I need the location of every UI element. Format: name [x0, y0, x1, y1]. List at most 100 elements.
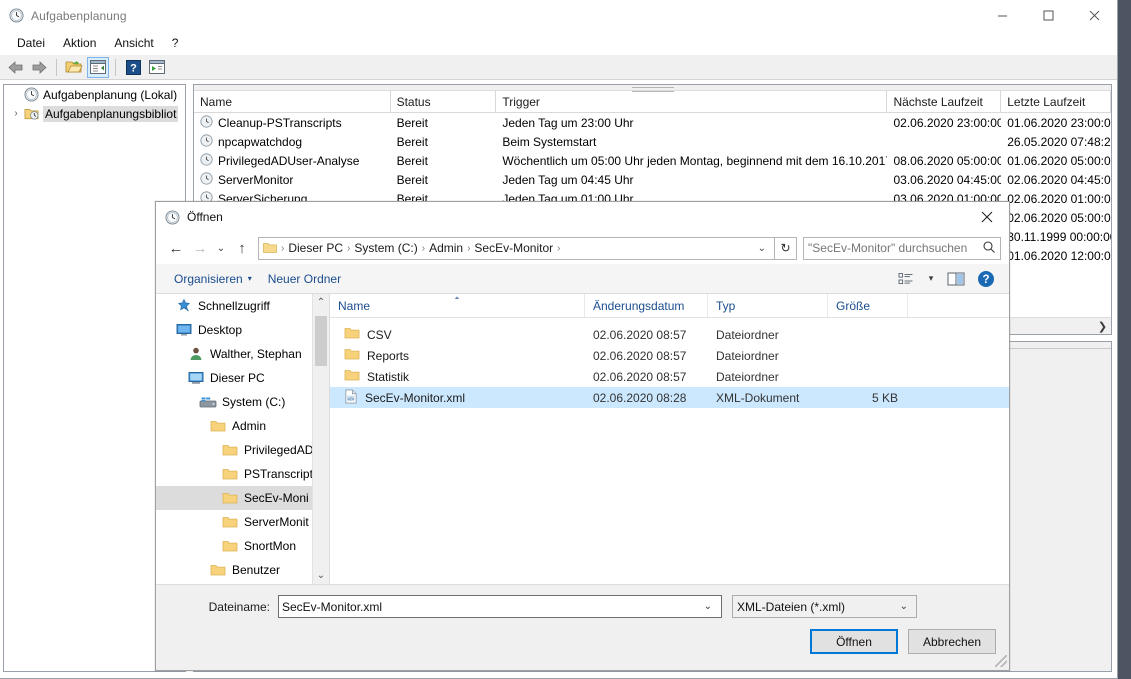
address-bar[interactable]: › Dieser PC › System (C:) › Admin › SecE… — [258, 236, 775, 260]
chevron-down-icon[interactable]: ⌄ — [896, 601, 912, 612]
search-placeholder: "SecEv-Monitor" durchsuchen — [808, 241, 968, 255]
list-item[interactable]: Reports 02.06.2020 08:57 Dateiordner — [330, 345, 1009, 366]
table-row[interactable]: ServerMonitor Bereit Jeden Tag um 04:45 … — [194, 170, 1111, 189]
folder-icon — [208, 563, 228, 577]
sidebar-item-benutzer[interactable]: Benutzer — [156, 558, 329, 582]
scroll-down-icon[interactable]: ⌄ — [313, 567, 329, 584]
help-circle-icon[interactable]: ? — [973, 268, 999, 290]
sidebar-item-admin[interactable]: Admin — [156, 414, 329, 438]
help-icon[interactable]: ? — [122, 57, 144, 78]
menu-help[interactable]: ? — [163, 33, 188, 53]
sidebar-item-desktop[interactable]: Desktop — [156, 318, 329, 342]
file-column-header-type[interactable]: Typ — [708, 294, 828, 317]
chevron-right-icon[interactable]: › — [8, 108, 24, 119]
menu-aktion[interactable]: Aktion — [54, 33, 105, 53]
scrollbar-thumb[interactable] — [315, 316, 327, 366]
breadcrumb-admin[interactable]: Admin — [426, 241, 466, 255]
show-hide-tree-icon[interactable] — [87, 56, 109, 78]
folder-icon — [220, 539, 240, 553]
window-controls — [979, 0, 1117, 31]
forward-arrow-icon[interactable] — [28, 57, 50, 78]
preview-pane-icon[interactable] — [943, 268, 969, 290]
chevron-down-icon[interactable]: ⌄ — [752, 243, 772, 254]
file-column-header-name[interactable]: Name — [330, 294, 585, 317]
refresh-button[interactable]: ↻ — [775, 236, 797, 260]
task-name: ServerMonitor — [218, 172, 294, 187]
sidebar-item-secev-monitor[interactable]: SecEv-Moni — [156, 486, 329, 510]
filetype-select[interactable]: XML-Dateien (*.xml) ⌄ — [732, 595, 917, 618]
task-trigger: Wöchentlich um 05:00 Uhr jeden Montag, b… — [502, 153, 888, 168]
folder-icon — [263, 242, 277, 254]
svg-text:</>: </> — [347, 396, 354, 401]
main-toolbar: ? — [0, 55, 1117, 80]
list-item[interactable]: CSV 02.06.2020 08:57 Dateiordner — [330, 324, 1009, 345]
scroll-right-icon[interactable]: ❯ — [1094, 320, 1111, 333]
menu-ansicht[interactable]: Ansicht — [105, 33, 162, 53]
sidebar-item-pstranscript[interactable]: PSTranscript — [156, 462, 329, 486]
sidebar-item-label: ServerMonit — [244, 515, 309, 529]
sidebar-item-privilegedad[interactable]: PrivilegedAD — [156, 438, 329, 462]
column-header-name[interactable]: Name — [194, 91, 391, 112]
close-button[interactable] — [1071, 0, 1117, 31]
sidebar-scrollbar[interactable]: ⌃ ⌄ — [312, 294, 329, 584]
dialog-command-bar: Organisieren ▾ Neuer Ordner ▾ ? — [156, 264, 1009, 294]
magnifier-icon — [982, 240, 996, 257]
file-column-header-size[interactable]: Größe — [828, 294, 908, 317]
view-dropdown-button[interactable]: ▾ — [923, 268, 939, 290]
maximize-button[interactable] — [1025, 0, 1071, 31]
dialog-navigation-pane: Schnellzugriff Desktop Walther, Stephan — [156, 294, 330, 584]
breadcrumb-system-c[interactable]: System (C:) — [351, 241, 420, 255]
back-arrow-icon[interactable] — [4, 57, 26, 78]
minimize-button[interactable] — [979, 0, 1025, 31]
column-header-status[interactable]: Status — [391, 91, 497, 112]
open-button[interactable]: Öffnen — [810, 629, 898, 654]
column-header-last-runtime[interactable]: Letzte Laufzeit — [1001, 91, 1111, 112]
sidebar-item-servermonitor[interactable]: ServerMonit — [156, 510, 329, 534]
tree-item-library[interactable]: › Aufgabenplanungsbibliot — [4, 104, 185, 123]
table-row[interactable]: PrivilegedADUser-Analyse Bereit Wöchentl… — [194, 151, 1111, 170]
task-trigger: Beim Systemstart — [502, 134, 597, 149]
filename-input[interactable]: SecEv-Monitor.xml ⌄ — [278, 595, 722, 618]
list-item[interactable]: </> SecEv-Monitor.xml 02.06.2020 08:28 X… — [330, 387, 1009, 408]
menu-datei[interactable]: Datei — [8, 33, 54, 53]
column-header-next-runtime[interactable]: Nächste Laufzeit — [887, 91, 1002, 112]
file-type: Dateiordner — [716, 369, 779, 384]
clock-icon — [165, 209, 180, 225]
scroll-up-icon[interactable]: ⌃ — [313, 294, 329, 311]
dialog-titlebar: Öffnen — [156, 202, 1009, 232]
sidebar-item-snortmon[interactable]: SnortMon — [156, 534, 329, 558]
organize-button[interactable]: Organisieren ▾ — [166, 268, 260, 290]
file-column-header-date[interactable]: Änderungsdatum — [585, 294, 708, 317]
sidebar-item-system-c[interactable]: System (C:) — [156, 390, 329, 414]
dialog-close-button[interactable] — [964, 202, 1009, 232]
toolbar-separator-2 — [115, 58, 116, 76]
pane-grip[interactable] — [194, 85, 1111, 91]
new-folder-button[interactable]: Neuer Ordner — [260, 268, 349, 290]
sidebar-item-schnellzugriff[interactable]: Schnellzugriff — [156, 294, 329, 318]
up-button[interactable]: ↑ — [230, 236, 254, 260]
chevron-down-icon[interactable]: ⌄ — [698, 601, 718, 612]
tree-item-library-label: Aufgabenplanungsbibliot — [43, 105, 179, 122]
sidebar-item-walther-stephan[interactable]: Walther, Stephan — [156, 342, 329, 366]
resize-grip[interactable] — [995, 655, 1007, 667]
open-folder-icon[interactable] — [63, 57, 85, 78]
recent-locations-button[interactable]: ⌄ — [212, 236, 230, 260]
table-row[interactable]: Cleanup-PSTranscripts Bereit Jeden Tag u… — [194, 113, 1111, 132]
breadcrumb-dieser-pc[interactable]: Dieser PC — [285, 241, 346, 255]
search-input[interactable]: "SecEv-Monitor" durchsuchen — [803, 236, 1001, 260]
column-header-trigger[interactable]: Trigger — [496, 91, 888, 112]
sidebar-item-label: Walther, Stephan — [210, 347, 302, 361]
view-list-icon[interactable] — [893, 268, 919, 290]
task-last-runtime: 02.06.2020 01:00:01 — [1007, 191, 1111, 206]
run-console-icon[interactable] — [146, 57, 168, 78]
breadcrumb-secev-monitor[interactable]: SecEv-Monitor — [471, 241, 556, 255]
sidebar-item-dieser-pc[interactable]: Dieser PC — [156, 366, 329, 390]
cancel-button[interactable]: Abbrechen — [908, 629, 996, 654]
folder-icon — [344, 368, 360, 385]
tree-item-root[interactable]: Aufgabenplanung (Lokal) — [4, 85, 185, 104]
forward-button[interactable]: → — [188, 236, 212, 260]
list-item[interactable]: Statistik 02.06.2020 08:57 Dateiordner — [330, 366, 1009, 387]
table-row[interactable]: npcapwatchdog Bereit Beim Systemstart 26… — [194, 132, 1111, 151]
back-button[interactable]: ← — [164, 236, 188, 260]
task-last-runtime: 02.06.2020 04:45:00 — [1007, 172, 1111, 187]
